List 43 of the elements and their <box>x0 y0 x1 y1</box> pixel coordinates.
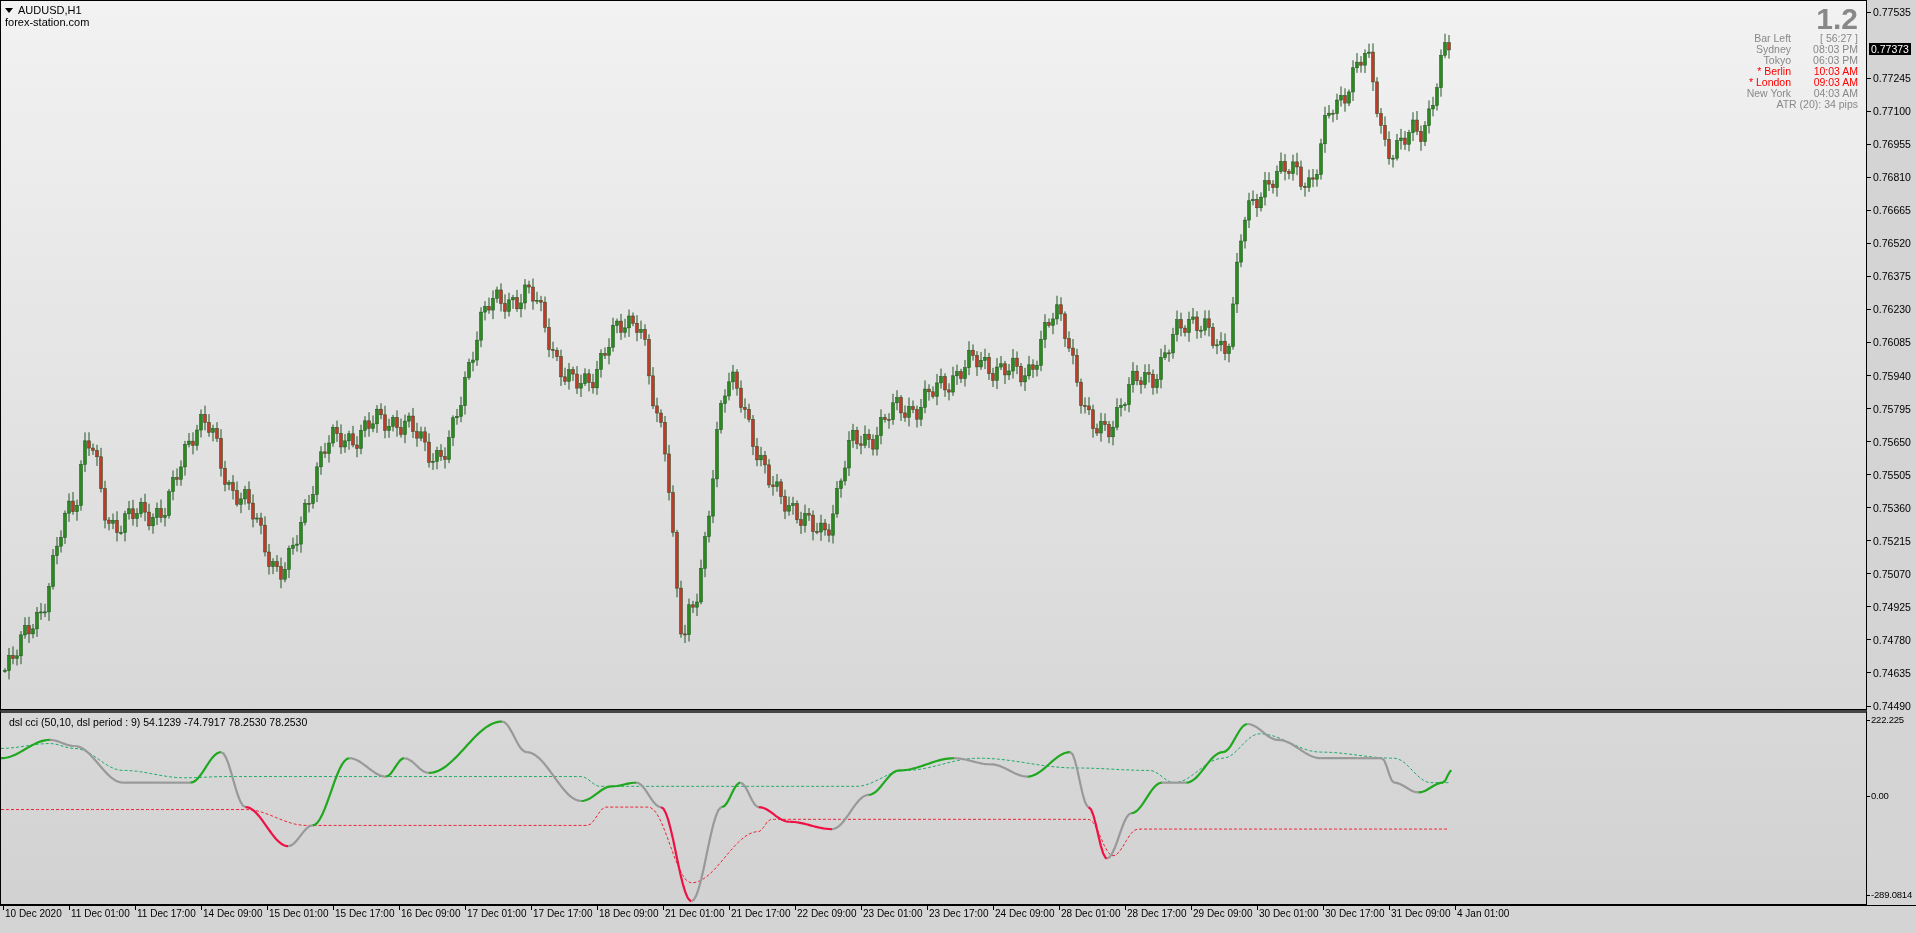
price-label: 0.75070 <box>1867 567 1911 580</box>
info-label: New York <box>1746 88 1792 99</box>
price-label: 0.74780 <box>1867 633 1911 646</box>
chart-title[interactable]: AUDUSD,H1 <box>5 4 90 16</box>
price-label: 0.76520 <box>1867 237 1911 250</box>
price-label: 0.76810 <box>1867 171 1911 184</box>
price-label: 0.77535 <box>1867 6 1911 18</box>
source-label: forex-station.com <box>5 16 90 28</box>
info-value: 06:03 PM <box>1813 55 1858 66</box>
price-label: 0.74925 <box>1867 600 1911 613</box>
price-label: 0.76085 <box>1867 336 1911 349</box>
info-value: 04:03 AM <box>1813 88 1858 99</box>
price-label: 0.75795 <box>1867 402 1911 415</box>
price-label: 0.75505 <box>1867 468 1911 481</box>
price-label: 0.77100 <box>1867 105 1911 118</box>
price-label: 0.76665 <box>1867 204 1911 217</box>
info-value: 08:03 PM <box>1813 44 1858 55</box>
price-label: 0.75215 <box>1867 534 1911 547</box>
indicator-scale-label: -289.0814 <box>1867 889 1912 901</box>
version-label: 1.2 <box>1816 5 1858 33</box>
price-label: 0.76955 <box>1867 138 1911 151</box>
info-label: Sydney <box>1756 44 1792 55</box>
indicator-scale-label: 0.00 <box>1867 790 1889 802</box>
price-label: 0.75360 <box>1867 501 1911 514</box>
caret-icon[interactable] <box>5 7 13 13</box>
info-value: [ 56:27 ] <box>1820 33 1858 44</box>
symbol-label: AUDUSD,H1 <box>18 4 82 16</box>
info-value: 09:03 AM <box>1813 77 1858 88</box>
price-label: 0.77245 <box>1867 72 1911 85</box>
info-label: * London <box>1749 77 1792 88</box>
atr-label: ATR (20): 34 pips <box>1776 99 1858 110</box>
info-value: 10:03 AM <box>1813 66 1858 77</box>
info-label: Bar Left <box>1754 33 1792 44</box>
info-label: Tokyo <box>1763 55 1792 66</box>
price-label: 0.76230 <box>1867 303 1911 316</box>
current-price-label: 0.77373 <box>1869 42 1911 55</box>
price-label: 0.75940 <box>1867 369 1911 382</box>
info-label: * Berlin <box>1757 66 1792 77</box>
price-label: 0.76375 <box>1867 270 1911 283</box>
price-label: 0.74635 <box>1867 666 1911 679</box>
indicator-scale-label: 222.225 <box>1867 714 1904 726</box>
indicator-label: dsl cci (50,10, dsl period : 9) 54.1239 -74.7917 78.2530 78.2530 <box>9 716 308 728</box>
price-label: 0.75650 <box>1867 435 1911 448</box>
